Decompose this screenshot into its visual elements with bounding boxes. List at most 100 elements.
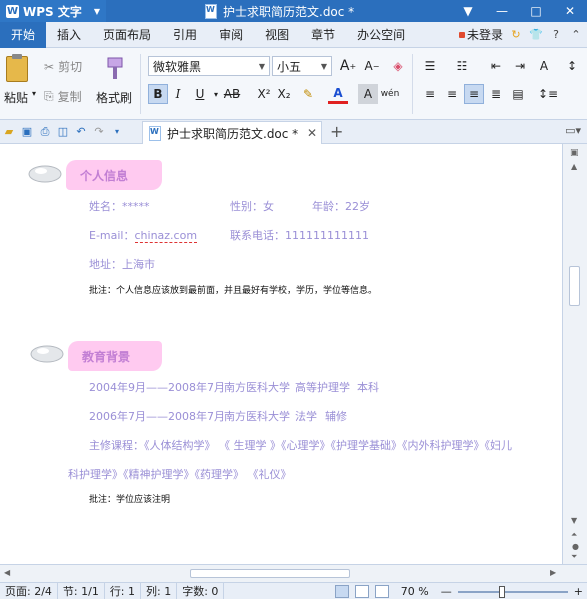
tab-insert[interactable]: 插入 [46,22,92,48]
tab-home[interactable]: 开始 [0,21,47,48]
subscript-button[interactable]: X₂ [274,84,294,104]
section-heading-personal: 个人信息 [66,160,162,190]
align-left-icon[interactable]: ≡ [420,84,440,104]
outline-view-icon[interactable] [354,585,369,598]
document-page[interactable]: 个人信息 姓名：***** 性别：女 年龄：22岁 E-mail：chinaz.… [0,144,562,564]
app-menu-button[interactable]: W WPS 文字 ▼ [0,0,106,22]
ribbon: 粘贴 ▾ ✂ 剪切 ⎘ 复制 格式刷 微软雅黑 ▼ 小五 ▼ A + A − ◈ B… [0,48,587,120]
vertical-scroll-thumb[interactable] [569,266,580,306]
maximize-button[interactable]: □ [519,0,553,22]
collapse-icon[interactable]: ⌃ [569,28,583,42]
grow-font-button[interactable]: A + [338,56,358,76]
page-view-icon[interactable] [334,585,349,598]
new-tab-button[interactable]: + [330,122,343,141]
scroll-left-icon[interactable]: ◀ [4,568,10,577]
login-button[interactable]: 未登录 [458,26,503,43]
status-section: 节: 1/1 [58,582,105,599]
tab-list-icon[interactable]: ▭▾ [565,124,581,137]
close-button[interactable]: ✕ [553,0,587,22]
format-painter-icon[interactable] [104,56,126,82]
tab-section[interactable]: 章节 [300,22,346,48]
scissors-icon: ✂ [44,59,55,74]
cut-button[interactable]: ✂ 剪切 [44,58,82,75]
save-icon[interactable]: ▣ [18,123,36,141]
font-size-select[interactable]: 小五 ▼ [272,56,332,76]
next-page-icon[interactable]: ⏷ [571,552,577,562]
help-icon[interactable]: ? [549,28,563,42]
sync-icon[interactable]: ↻ [509,28,523,42]
document-tab[interactable]: 护士求职简历范文.doc * ✕ [142,121,322,144]
tab-office-space[interactable]: 办公空间 [346,22,416,48]
document-tab-label: 护士求职简历范文.doc * [167,126,299,141]
status-page[interactable]: 页面: 2/4 [0,582,58,599]
sort-icon[interactable]: ↕ [562,56,582,76]
ribbon-toggle-button[interactable]: ▼ [451,0,485,22]
ribbon-separator [412,54,413,114]
line-spacing-icon[interactable]: ↕≡ [534,84,562,104]
highlight-icon[interactable]: ✎ [298,84,318,104]
phonetic-guide-button[interactable]: wén [380,84,400,104]
distribute-icon[interactable]: ▤ [508,84,528,104]
redo-icon[interactable]: ↷ [90,123,108,141]
status-word-count[interactable]: 字数: 0 [177,582,225,599]
font-color-button[interactable]: A [328,84,348,104]
minimize-button[interactable]: — [485,0,519,22]
zoom-in-icon[interactable]: + [574,585,583,598]
align-right-icon[interactable]: ≡ [464,84,484,104]
font-name-select[interactable]: 微软雅黑 ▼ [148,56,270,76]
zoom-slider-handle[interactable] [499,585,506,598]
copy-button[interactable]: ⎘ 复制 [44,88,82,105]
courses-line-2: 科护理学》《精神护理学》《药理学》 《礼仪》 [68,468,292,481]
print-preview-icon[interactable]: ◫ [54,123,72,141]
paste-icon[interactable] [6,54,28,82]
status-bar: 页面: 2/4 节: 1/1 行: 1 列: 1 字数: 0 70 % — + [0,582,587,599]
ribbon-separator [140,54,141,114]
print-icon[interactable]: ⎙ [36,123,54,141]
increase-indent-icon[interactable]: ⇥ [510,56,530,76]
paste-button[interactable]: 粘贴 [4,89,28,106]
align-center-icon[interactable]: ≡ [442,84,462,104]
status-row: 行: 1 [105,582,142,599]
undo-icon[interactable]: ↶ [72,123,90,141]
italic-button[interactable]: I [168,84,188,104]
justify-icon[interactable]: ≣ [486,84,506,104]
horizontal-scroll-thumb[interactable] [190,569,350,578]
horizontal-scrollbar[interactable]: ◀ ▶ [0,564,587,582]
prev-page-icon[interactable]: ⏶ [571,530,577,540]
skin-icon[interactable]: 👕 [529,28,543,42]
zoom-out-icon[interactable]: — [441,585,452,598]
format-painter-button[interactable]: 格式刷 [96,89,132,106]
numbered-list-icon[interactable]: ☷ [452,56,472,76]
select-browse-icon[interactable]: ● [572,542,579,551]
bold-button[interactable]: B [148,84,168,104]
edu1-major: 高等护理学 [295,381,350,394]
scroll-up-icon[interactable]: ▲ [571,162,577,171]
strikethrough-button[interactable]: AB [220,84,244,104]
tab-references[interactable]: 引用 [162,22,208,48]
scroll-down-icon[interactable]: ▼ [571,516,577,525]
decrease-indent-icon[interactable]: ⇤ [486,56,506,76]
text-tools-icon[interactable]: A [534,56,554,76]
char-shading-button[interactable]: A [358,84,378,104]
paste-dropdown-icon[interactable]: ▾ [32,89,36,98]
wps-logo-icon: W [6,4,19,18]
quick-access-dropdown-icon[interactable]: ▾ [108,123,126,141]
open-folder-icon[interactable]: ▰ [0,123,18,141]
login-label: 未登录 [466,28,503,42]
vertical-scrollbar[interactable]: ▣ ▲ ▼ ⏶ ● ⏷ [562,144,587,564]
shrink-font-button[interactable]: A − [362,56,382,76]
zoom-level[interactable]: 70 % [395,585,435,598]
web-view-icon[interactable] [374,585,389,598]
superscript-button[interactable]: X² [254,84,274,104]
clear-format-icon[interactable]: ◈ [388,56,408,76]
zoom-slider[interactable] [457,585,568,598]
tab-page-layout[interactable]: 页面布局 [92,22,162,48]
tab-view[interactable]: 视图 [254,22,300,48]
status-column: 列: 1 [141,582,178,599]
close-tab-icon[interactable]: ✕ [307,126,317,140]
tab-review[interactable]: 审阅 [208,22,254,48]
address-field: 地址：上海市 [89,258,155,271]
bullet-list-icon[interactable]: ☰ [420,56,440,76]
split-view-icon[interactable]: ▣ [570,148,579,158]
scroll-right-icon[interactable]: ▶ [550,568,556,577]
